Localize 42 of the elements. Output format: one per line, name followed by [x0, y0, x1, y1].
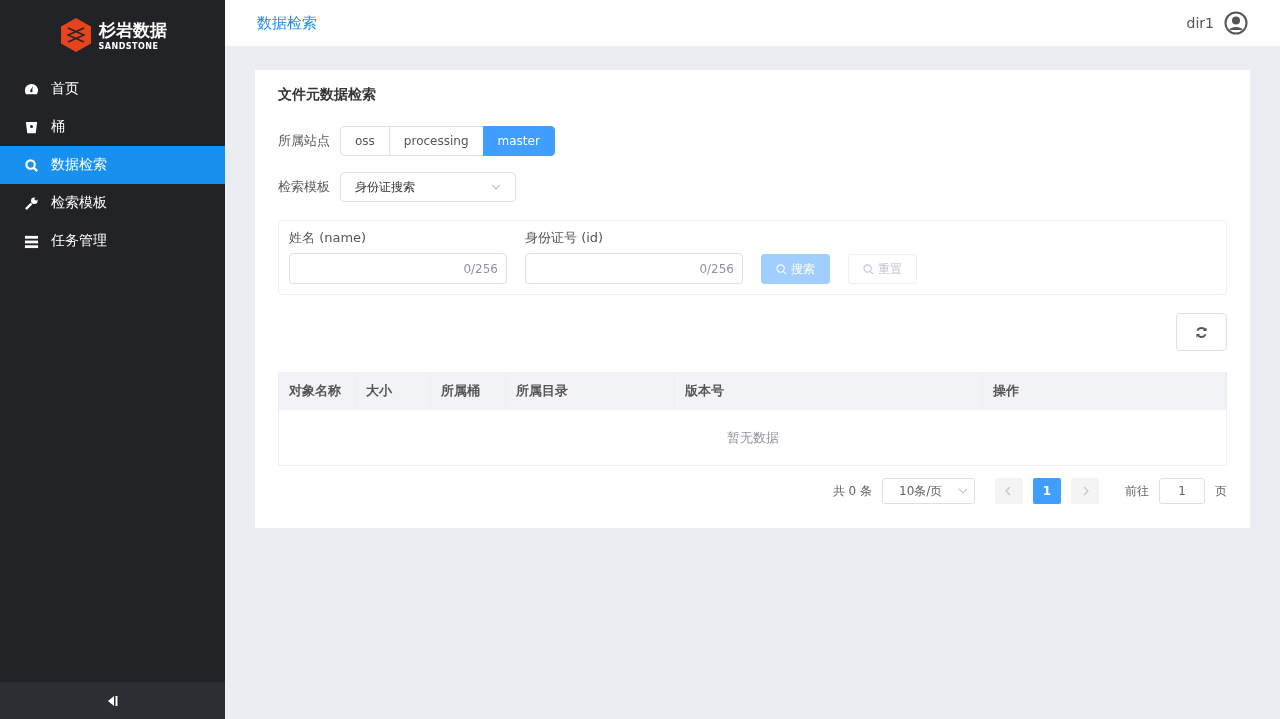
field-label: 姓名 (name)	[289, 229, 368, 247]
collapse-icon[interactable]	[106, 694, 119, 707]
gauge-icon	[24, 81, 39, 97]
refresh-button[interactable]	[1176, 313, 1227, 351]
logo-name: 杉岩数据	[98, 19, 167, 42]
sidebar-item[interactable]: 桶	[0, 108, 225, 146]
search-icon	[776, 263, 787, 275]
empty-text: 暂无数据	[725, 428, 780, 447]
template-select[interactable]: 身份证搜索	[340, 172, 516, 202]
page-size-select[interactable]: 10条/页	[882, 478, 975, 504]
site-option[interactable]: oss	[340, 126, 390, 156]
field-label: 检索模板	[278, 178, 330, 196]
chevron-down-icon	[491, 182, 501, 192]
chevron-down-icon	[958, 486, 968, 496]
logo-subtitle: SANDSTONE	[98, 42, 160, 51]
search-icon	[24, 157, 39, 173]
total-count: 共 0 条	[832, 482, 872, 500]
logo-icon	[58, 17, 93, 53]
column-header: 操作	[983, 372, 1226, 410]
column-header: 版本号	[675, 372, 983, 410]
page-title: 数据检索	[257, 13, 317, 33]
goto-suffix: 页	[1215, 482, 1227, 500]
site-option[interactable]: processing	[388, 126, 484, 156]
field-label: 所属站点	[278, 132, 330, 150]
sidebar-item[interactable]: 首页	[0, 70, 225, 108]
wrench-icon	[24, 195, 39, 211]
page-input[interactable]: 1	[1159, 478, 1205, 504]
tasks-icon	[24, 233, 39, 249]
column-header: 对象名称	[279, 372, 356, 410]
user-name: dir1	[1186, 15, 1214, 31]
column-header: 所属桶	[431, 372, 506, 410]
search-icon	[863, 263, 874, 275]
goto-label: 前往	[1125, 482, 1149, 500]
sidebar-item[interactable]: 检索模板	[0, 184, 225, 222]
column-header: 大小	[356, 372, 431, 410]
card-title: 文件元数据检索	[278, 86, 377, 104]
field-label: 身份证号 (id)	[525, 229, 605, 247]
avatar-icon[interactable]	[1224, 11, 1248, 35]
bucket-icon	[24, 119, 39, 135]
column-header: 所属目录	[506, 372, 675, 410]
sidebar-item[interactable]: 任务管理	[0, 222, 225, 260]
refresh-icon	[1195, 325, 1208, 339]
